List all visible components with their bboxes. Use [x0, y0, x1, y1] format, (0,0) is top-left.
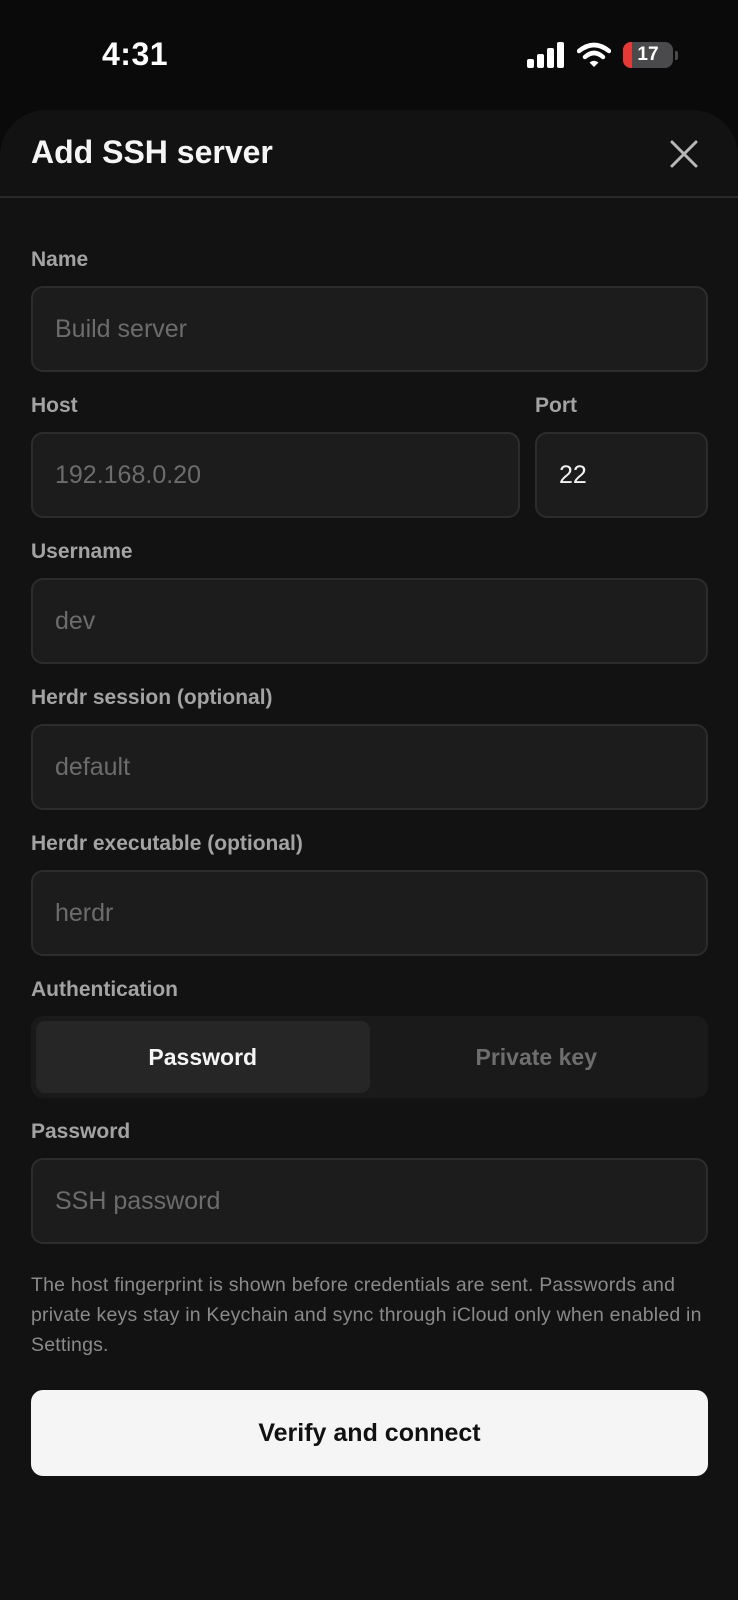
status-icons: 17 [527, 40, 678, 70]
username-field[interactable] [31, 578, 708, 664]
segment-private-key[interactable]: Private key [370, 1021, 704, 1093]
host-field[interactable] [31, 432, 520, 518]
battery-icon: 17 [623, 42, 673, 68]
battery-cap [675, 50, 678, 60]
port-field[interactable] [535, 432, 708, 518]
password-field[interactable] [31, 1158, 708, 1244]
sheet-title: Add SSH server [31, 134, 273, 170]
executable-field[interactable] [31, 870, 708, 956]
name-label: Name [31, 248, 89, 271]
host-label: Host [31, 394, 78, 417]
wifi-icon [577, 42, 611, 67]
executable-label: Herdr executable (optional) [31, 832, 303, 855]
close-button[interactable] [664, 134, 704, 174]
cellular-signal-icon [527, 42, 564, 68]
authentication-label: Authentication [31, 978, 178, 1001]
add-ssh-server-sheet: Add SSH server Name Host Port Username H… [0, 110, 738, 1600]
segment-password[interactable]: Password [36, 1021, 370, 1093]
username-label: Username [31, 540, 133, 563]
session-field[interactable] [31, 724, 708, 810]
session-label: Herdr session (optional) [31, 686, 273, 709]
sheet-header: Add SSH server [0, 110, 738, 198]
status-bar: 4:31 17 [0, 0, 738, 108]
name-field[interactable] [31, 286, 708, 372]
authentication-segmented-control: Password Private key [31, 1016, 708, 1098]
security-info-text: The host fingerprint is shown before cre… [31, 1274, 702, 1356]
battery-level: 17 [637, 44, 659, 65]
port-label: Port [535, 394, 577, 417]
verify-and-connect-button[interactable]: Verify and connect [31, 1390, 708, 1476]
close-icon [670, 140, 698, 168]
password-label: Password [31, 1120, 131, 1143]
battery-fill [623, 42, 632, 68]
status-time: 4:31 [102, 36, 169, 72]
